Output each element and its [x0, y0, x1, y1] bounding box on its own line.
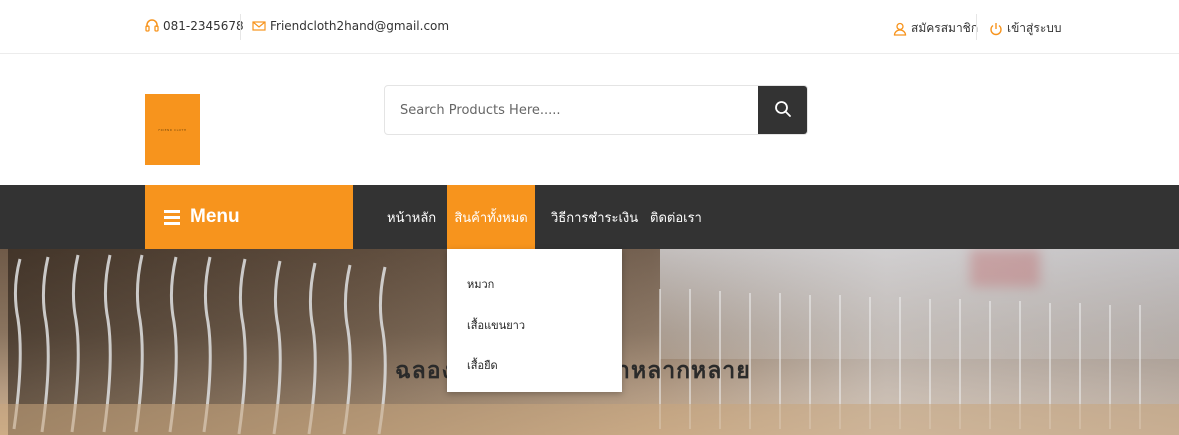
phone-contact[interactable]: 081-2345678 — [145, 19, 244, 33]
search-bar — [384, 85, 808, 135]
hamburger-icon — [164, 209, 180, 225]
phone-number: 081-2345678 — [163, 19, 244, 33]
register-label: สมัครสมาชิก — [911, 21, 979, 35]
site-logo[interactable]: FRIEND CLOTH — [145, 94, 200, 165]
menu-label: Menu — [190, 206, 240, 227]
email-address: Friendcloth2hand@gmail.com — [270, 19, 450, 33]
menu-button[interactable]: Menu — [145, 185, 353, 249]
nav-item-home[interactable]: หน้าหลัก — [387, 185, 436, 249]
dropdown-item-hats[interactable]: หมวก — [467, 275, 494, 293]
nav-item-payment[interactable]: วิธีการชำระเงิน — [551, 185, 638, 249]
power-icon — [989, 22, 1003, 36]
dropdown-item-long-sleeve[interactable]: เสื้อแขนยาว — [467, 316, 525, 334]
products-dropdown-menu: หมวก เสื้อแขนยาว เสื้อยืด — [447, 249, 622, 392]
dropdown-item-tshirts[interactable]: เสื้อยืด — [467, 356, 498, 374]
divider — [976, 14, 977, 40]
nav-item-contact[interactable]: ติดต่อเรา — [650, 185, 702, 249]
divider — [240, 14, 241, 40]
login-link[interactable]: เข้าสู่ระบบ — [989, 19, 1062, 38]
email-contact[interactable]: Friendcloth2hand@gmail.com — [252, 19, 449, 33]
main-navbar: Menu หน้าหลัก สินค้าทั้งหมด วิธีการชำระเ… — [0, 185, 1179, 249]
search-input[interactable] — [385, 86, 759, 134]
envelope-icon — [252, 19, 266, 33]
user-icon — [893, 22, 907, 36]
login-label: เข้าสู่ระบบ — [1007, 21, 1062, 35]
nav-item-all-products[interactable]: สินค้าทั้งหมด — [447, 185, 535, 249]
search-icon — [774, 100, 792, 121]
top-bar: 081-2345678 Friendcloth2hand@gmail.com ส… — [0, 0, 1179, 54]
headset-icon — [145, 19, 159, 33]
search-button[interactable] — [758, 86, 807, 134]
logo-text: FRIEND CLOTH — [158, 127, 187, 132]
register-link[interactable]: สมัครสมาชิก — [893, 19, 978, 38]
